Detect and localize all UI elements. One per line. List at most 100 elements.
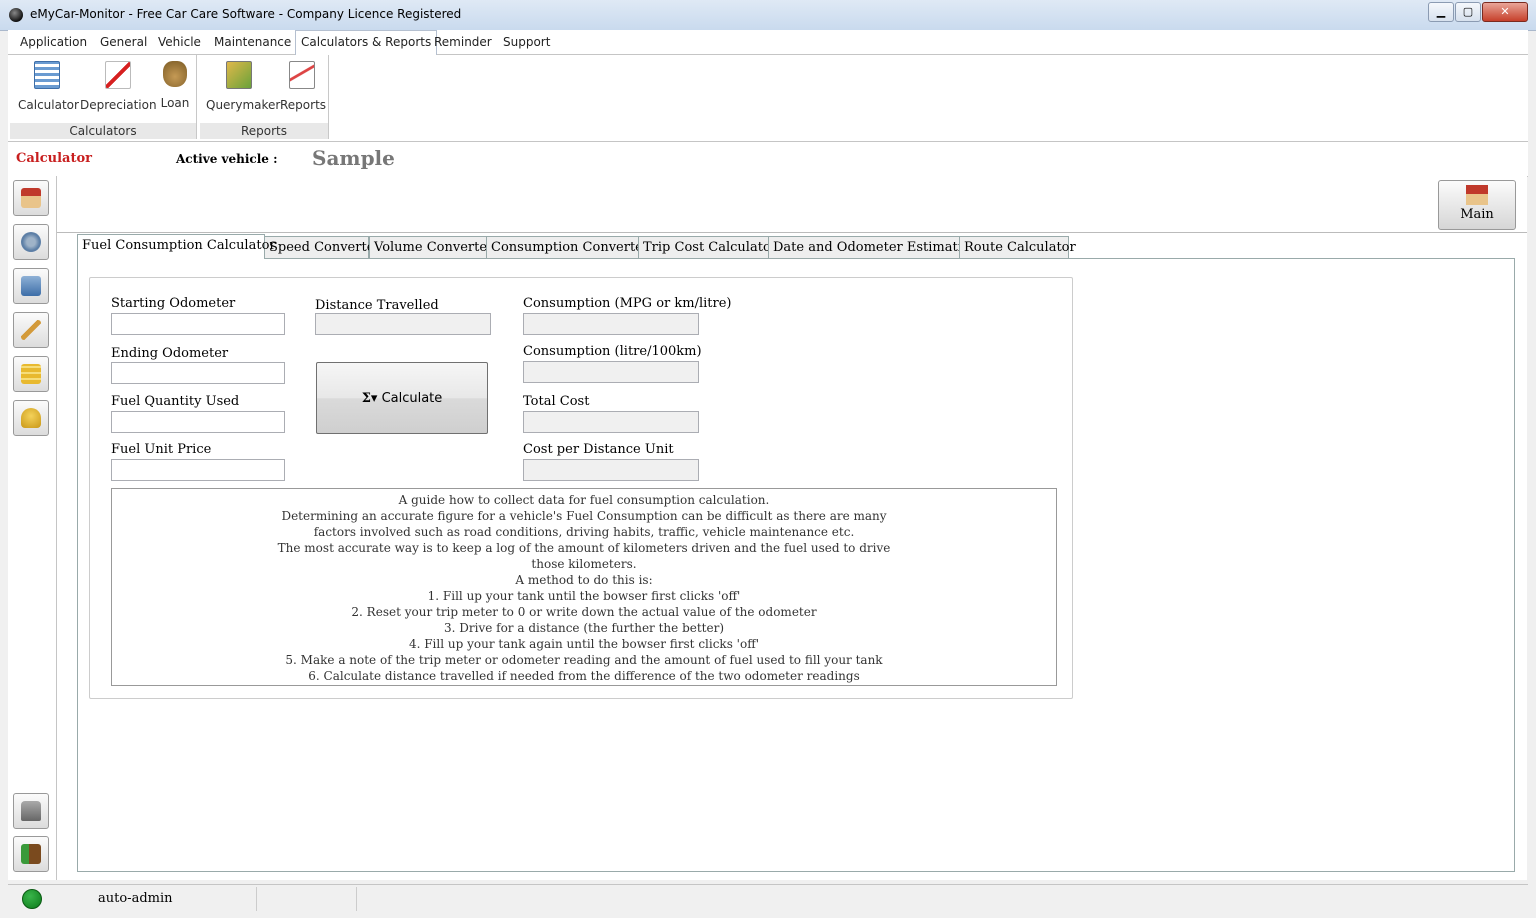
bell-icon (21, 408, 41, 428)
menu-calculators-reports[interactable]: Calculators & Reports (295, 30, 438, 57)
ending-odometer-label: Ending Odometer (111, 346, 229, 361)
fuel-quantity-label: Fuel Quantity Used (111, 394, 240, 409)
app-logo-icon (9, 8, 23, 22)
consumption-l100-label: Consumption (litre/100km) (523, 344, 702, 359)
maximize-button[interactable]: ▢ (1455, 2, 1481, 22)
tab-date-odometer[interactable]: Date and Odometer Estimation (768, 236, 978, 258)
menu-bar: Application General Vehicle Maintenance … (8, 30, 1528, 57)
line-chart-icon (289, 61, 315, 89)
calculate-button[interactable]: Σ▾ Calculate (316, 362, 488, 434)
wrench-icon (21, 320, 41, 340)
distance-travelled-label: Distance Travelled (315, 298, 439, 313)
calculators-group-label: Calculators (10, 123, 196, 139)
main-content: Main Fuel Consumption Calculator Speed C… (57, 176, 1527, 880)
status-divider (256, 887, 257, 911)
consumption-l100-output (523, 361, 699, 383)
total-cost-label: Total Cost (523, 394, 590, 409)
menu-support[interactable]: Support (503, 35, 550, 49)
close-button[interactable]: ✕ (1482, 2, 1528, 22)
maintenance-button[interactable] (13, 312, 49, 348)
starting-odometer-input[interactable] (111, 313, 285, 335)
starting-odometer-label: Starting Odometer (111, 296, 236, 311)
fuel-calculator-panel: Starting Odometer Ending Odometer Fuel Q… (89, 277, 1073, 699)
guide-line: those kilometers. (531, 557, 637, 571)
menu-reminder[interactable]: Reminder (434, 35, 492, 49)
depreciation-button[interactable]: Depreciation (80, 61, 157, 112)
menu-application[interactable]: Application (20, 35, 87, 49)
gear-info-icon (21, 232, 41, 252)
guide-line: 4. Fill up your tank again until the bow… (408, 637, 760, 651)
menu-maintenance[interactable]: Maintenance (214, 35, 291, 49)
money-bag-icon (163, 61, 187, 87)
exit-button[interactable] (13, 836, 49, 872)
main-button[interactable]: Main (1438, 180, 1516, 230)
fuel-pump-icon (21, 276, 41, 296)
ending-odometer-input[interactable] (111, 362, 285, 384)
settings-info-button[interactable] (13, 224, 49, 260)
querymaker-button[interactable]: Querymaker (206, 61, 280, 112)
divider (57, 232, 1527, 233)
status-bar: auto-admin (8, 884, 1528, 913)
cost-per-distance-label: Cost per Distance Unit (523, 442, 674, 457)
distance-travelled-output (315, 313, 491, 335)
depreciation-icon (105, 61, 131, 89)
status-user: auto-admin (98, 891, 173, 906)
reports-label: Reports (280, 98, 327, 112)
guide-line: A guide how to collect data for fuel con… (398, 493, 770, 507)
guide-line: 5. Make a note of the trip meter or odom… (285, 653, 883, 667)
cost-per-distance-output (523, 459, 699, 481)
minimize-button[interactable]: ▁ (1428, 2, 1454, 22)
guide-line: 1. Fill up your tank until the bowser fi… (427, 589, 741, 603)
window-title: eMyCar-Monitor - Free Car Care Software … (30, 7, 462, 21)
menu-general[interactable]: General (100, 35, 147, 49)
ribbon: Calculator Depreciation Loan Calculators… (8, 55, 1528, 142)
fuel-unit-price-input[interactable] (111, 459, 285, 481)
coins-icon (21, 364, 41, 384)
home-icon (21, 188, 41, 208)
querymaker-icon (226, 61, 252, 89)
exit-door-icon (21, 844, 41, 864)
status-divider (356, 887, 357, 911)
main-button-label: Main (1460, 207, 1494, 222)
section-title: Calculator (16, 151, 92, 166)
tab-fuel-consumption[interactable]: Fuel Consumption Calculator (77, 234, 276, 259)
consumption-mpg-label: Consumption (MPG or km/litre) (523, 296, 732, 311)
loan-button[interactable]: Loan (158, 61, 192, 110)
costs-button[interactable] (13, 356, 49, 392)
fuel-button[interactable] (13, 268, 49, 304)
active-vehicle-label: Active vehicle : (176, 152, 278, 166)
home-icon (1466, 185, 1488, 205)
tab-route-calculator[interactable]: Route Calculator (959, 236, 1076, 258)
tab-speed-converter[interactable]: Speed Converter (264, 236, 381, 258)
guide-line: Determining an accurate figure for a veh… (281, 509, 887, 523)
title-bar: eMyCar-Monitor - Free Car Care Software … (0, 0, 1536, 31)
calculate-label: Calculate (381, 390, 443, 406)
calculator-icon (34, 61, 60, 89)
reports-group-label: Reports (200, 123, 328, 139)
home-button[interactable] (13, 180, 49, 216)
fuel-quantity-input[interactable] (111, 411, 285, 433)
reports-group: Querymaker Reports Reports (200, 55, 329, 139)
fuel-guide-text: A guide how to collect data for fuel con… (111, 488, 1057, 686)
guide-line: The most accurate way is to keep a log o… (277, 541, 891, 555)
reports-button[interactable]: Reports (280, 61, 327, 112)
calculator-button[interactable]: Calculator (18, 61, 79, 112)
tab-trip-cost[interactable]: Trip Cost Calculator (638, 236, 777, 258)
menu-vehicle[interactable]: Vehicle (158, 35, 201, 49)
fuel-unit-price-label: Fuel Unit Price (111, 442, 212, 457)
reminder-button[interactable] (13, 400, 49, 436)
guide-line: 2. Reset your trip meter to 0 or write d… (351, 605, 817, 619)
guide-line: A method to do this is: (515, 573, 653, 587)
total-cost-output (523, 411, 699, 433)
calculators-group: Calculator Depreciation Loan Calculators (10, 55, 197, 139)
context-bar: Calculator Active vehicle : Sample (8, 142, 1528, 177)
guide-line: factors involved such as road conditions… (313, 525, 855, 539)
tab-consumption-converter[interactable]: Consumption Converter (486, 236, 649, 258)
connection-status-icon (22, 889, 42, 909)
lock-button[interactable] (13, 793, 49, 829)
depreciation-label: Depreciation (80, 98, 157, 112)
tab-volume-converter[interactable]: Volume Converter (369, 236, 493, 258)
calculator-label: Calculator (18, 98, 79, 112)
lock-icon (21, 801, 41, 821)
active-vehicle-name: Sample (312, 146, 395, 170)
